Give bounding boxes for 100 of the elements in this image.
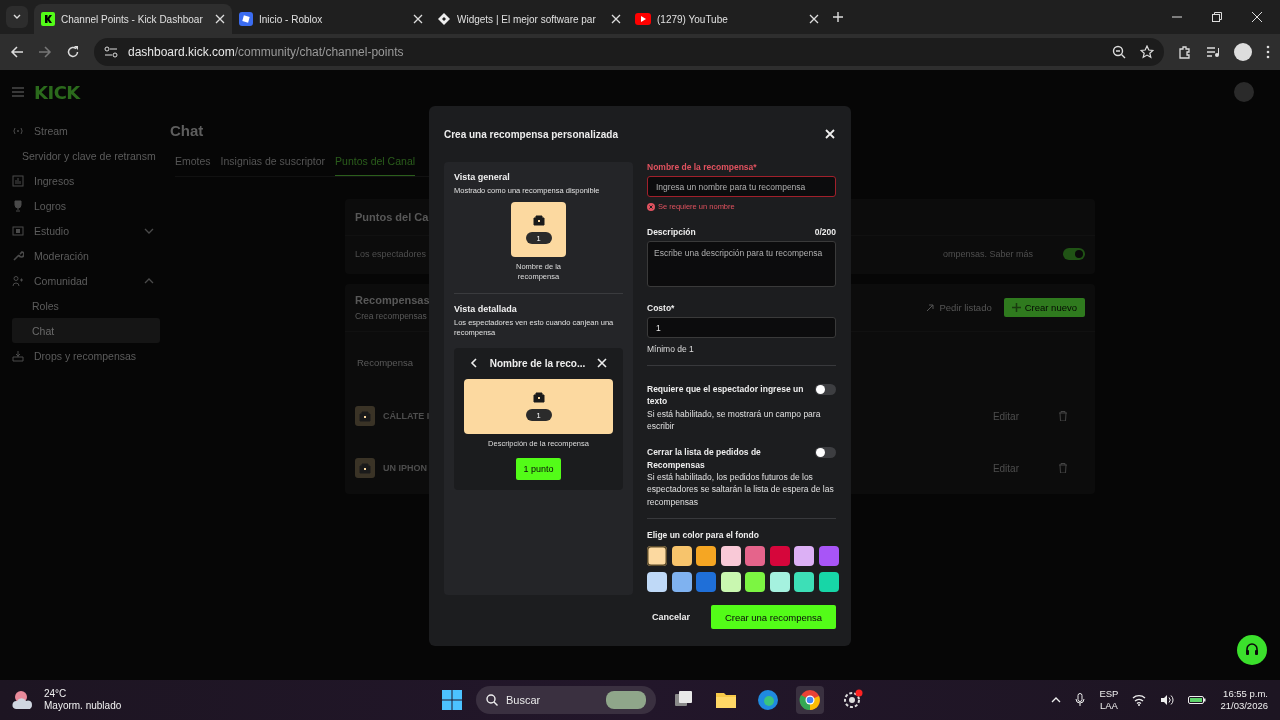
- chart-icon: [12, 174, 24, 187]
- sidebar-subitem[interactable]: Chat: [12, 318, 160, 343]
- toggle-switch[interactable]: [815, 447, 836, 459]
- description-input[interactable]: Escribe una descripción para tu recompensa: [647, 241, 836, 287]
- arrow-icon: [925, 302, 936, 313]
- section-title: Vista general: [454, 172, 511, 182]
- cost-input[interactable]: 1: [647, 317, 836, 338]
- sidebar-item[interactable]: Ingresos: [12, 168, 160, 193]
- more-icon[interactable]: [1266, 45, 1270, 59]
- close-icon[interactable]: [809, 14, 819, 24]
- chest-icon: [532, 214, 545, 227]
- close-icon: [824, 128, 836, 140]
- zoom-icon[interactable]: [1112, 45, 1126, 59]
- color-swatch[interactable]: [769, 571, 790, 592]
- page-tab[interactable]: Emotes: [175, 155, 211, 176]
- microphone-icon[interactable]: [1075, 693, 1086, 707]
- browser-icon[interactable]: [756, 688, 780, 712]
- close-icon[interactable]: [611, 14, 621, 24]
- page-tab[interactable]: Puntos del Canal: [335, 155, 416, 176]
- new-tab-icon[interactable]: [832, 11, 844, 23]
- toggle-description: Si está habilitado, se mostrará un campo para escribir: [647, 407, 822, 433]
- weather-text: Mayorm. nublado: [44, 700, 122, 713]
- create-new-button[interactable]: Crear nuevo: [1003, 298, 1085, 317]
- temperature-text: 24°C: [44, 687, 68, 700]
- language-indicator[interactable]: ESP LAA: [1099, 687, 1119, 713]
- create-button[interactable]: Crear una recompensa: [711, 605, 836, 629]
- browser-tab[interactable]: (1279) YouTube: [628, 4, 826, 34]
- reload-icon[interactable]: [66, 45, 80, 59]
- request-button[interactable]: Pedir listado: [925, 302, 992, 313]
- color-swatch[interactable]: [671, 545, 692, 566]
- color-swatch[interactable]: [720, 571, 741, 592]
- url-text: dashboard.kick.com/community/chat/channel-points: [128, 45, 404, 59]
- color-swatch[interactable]: [696, 545, 716, 566]
- field-label: Costo*: [647, 303, 676, 313]
- close-icon[interactable]: [215, 14, 225, 24]
- site-settings-icon[interactable]: [104, 46, 118, 58]
- color-swatch[interactable]: [794, 571, 814, 592]
- extensions-icon[interactable]: [1178, 45, 1192, 59]
- color-swatch[interactable]: [671, 571, 692, 592]
- profile-avatar[interactable]: [1234, 43, 1252, 61]
- sidebar-subitem[interactable]: Roles: [12, 293, 160, 318]
- reward-title: Nombre de la reco...: [489, 357, 586, 369]
- forward-icon[interactable]: [38, 45, 52, 59]
- color-swatch[interactable]: [794, 545, 814, 566]
- color-swatch[interactable]: [720, 545, 741, 566]
- chevron-up-icon[interactable]: [1051, 697, 1062, 703]
- address-bar[interactable]: dashboard.kick.com/community/chat/channel-points: [94, 38, 1164, 66]
- plus-icon: [1011, 303, 1021, 312]
- wrench-icon: [12, 249, 24, 262]
- character-counter: 0/200: [814, 227, 836, 237]
- logo[interactable]: KICK: [34, 81, 80, 103]
- color-swatch[interactable]: [647, 545, 667, 566]
- speaker-icon[interactable]: [1160, 694, 1175, 706]
- browser-tab[interactable]: Widgets | El mejor software par: [430, 4, 628, 34]
- media-icon[interactable]: [1206, 45, 1220, 59]
- field-hint: Mínimo de 1: [647, 344, 695, 354]
- section-title: Vista detallada: [454, 304, 518, 315]
- clock[interactable]: 16:55 p.m. 21/03/2026: [1220, 687, 1268, 713]
- wifi-icon[interactable]: [1132, 694, 1147, 706]
- color-swatch[interactable]: [769, 545, 790, 566]
- browser-tab[interactable]: Channel Points - Kick Dashboar: [34, 4, 232, 34]
- back-icon[interactable]: [10, 45, 24, 59]
- color-swatch[interactable]: [745, 545, 765, 566]
- headset-icon: [1244, 642, 1260, 658]
- toggle-switch[interactable]: [815, 384, 836, 395]
- name-input[interactable]: Ingresa un nombre para tu recompensa: [647, 176, 836, 197]
- restore-icon[interactable]: [1212, 12, 1222, 22]
- people-icon: [12, 274, 24, 287]
- color-swatch[interactable]: [647, 571, 667, 592]
- edit-button[interactable]: Editar: [986, 461, 1025, 475]
- chest-icon: [532, 391, 545, 404]
- color-swatch[interactable]: [696, 571, 716, 592]
- close-button[interactable]: [824, 128, 836, 140]
- sidebar-item[interactable]: Moderación: [12, 243, 160, 268]
- redeem-button[interactable]: 1 punto: [516, 457, 561, 480]
- color-swatch[interactable]: [818, 545, 839, 566]
- sidebar-item[interactable]: Drops y recompensas: [12, 343, 160, 368]
- sidebar-item[interactable]: Comunidad: [12, 268, 160, 293]
- color-swatch[interactable]: [818, 571, 839, 592]
- sidebar-item[interactable]: Estudio: [12, 218, 160, 243]
- star-icon[interactable]: [1140, 45, 1154, 59]
- card-title: Recompensas: [355, 294, 430, 306]
- sidebar-subitem[interactable]: Servidor y clave de retransm: [12, 143, 160, 168]
- sidebar-item[interactable]: Stream: [12, 118, 160, 143]
- start-icon[interactable]: [442, 690, 462, 710]
- browser-tab[interactable]: Inicio - Roblox: [232, 4, 430, 34]
- battery-icon[interactable]: [1188, 695, 1207, 705]
- browser-icon[interactable]: [798, 688, 822, 712]
- page-tab[interactable]: Insignias de suscriptor: [220, 155, 326, 176]
- tab-list-button[interactable]: [6, 6, 28, 28]
- card-subtitle: Crea recompensas: [355, 311, 427, 321]
- close-icon[interactable]: [413, 14, 423, 24]
- edit-button[interactable]: Editar: [986, 409, 1025, 423]
- close-icon[interactable]: [1252, 12, 1262, 22]
- search-field[interactable]: Buscar: [476, 686, 656, 714]
- cancel-button[interactable]: Cancelar: [645, 611, 696, 623]
- toggle-switch[interactable]: [1063, 248, 1085, 260]
- sidebar-item[interactable]: Logros: [12, 193, 160, 218]
- support-button[interactable]: [1237, 635, 1267, 665]
- color-swatch[interactable]: [745, 571, 765, 592]
